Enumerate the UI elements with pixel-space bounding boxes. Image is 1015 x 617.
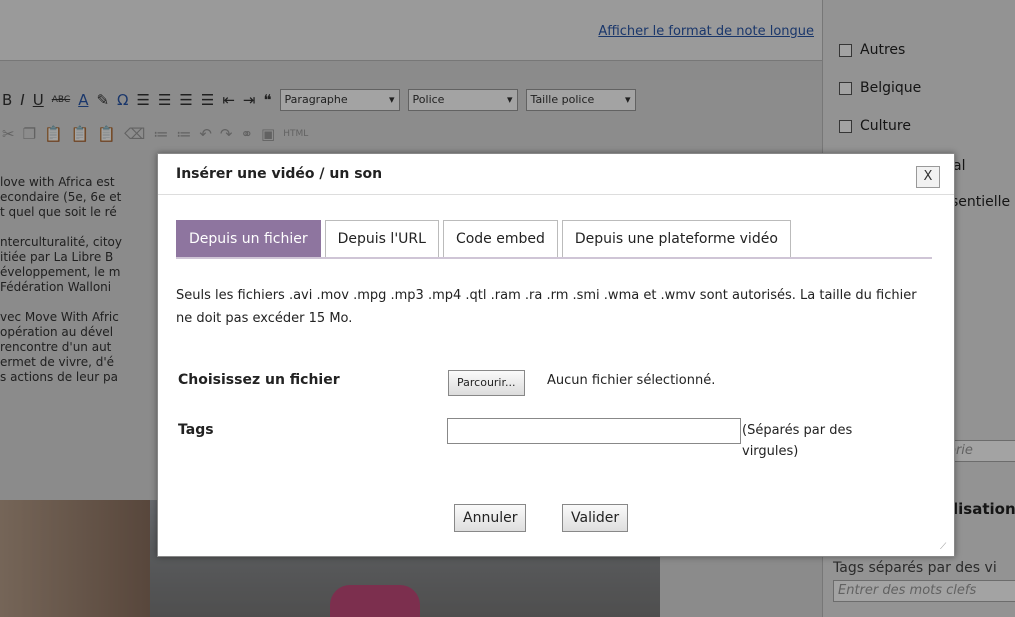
allowed-files-description: Seuls les fichiers .avi .mov .mpg .mp3 .… (176, 288, 917, 326)
insert-media-dialog: Insérer une vidéo / un son X Depuis un f… (157, 153, 955, 557)
tab-video-platform[interactable]: Depuis une plateforme vidéo (561, 220, 791, 257)
tab-from-file[interactable]: Depuis un fichier (176, 220, 321, 257)
divider (158, 194, 954, 195)
tab-underline (176, 257, 932, 259)
submit-button[interactable]: Valider (562, 504, 629, 532)
tab-embed-code[interactable]: Code embed (442, 220, 558, 257)
dialog-tabs: Depuis un fichier Depuis l'URL Code embe… (176, 220, 791, 257)
tags-hint: (Séparés par des virgules) (742, 423, 853, 459)
dialog-title: Insérer une vidéo / un son (176, 166, 383, 182)
no-file-text: Aucun fichier sélectionné. (547, 373, 716, 388)
cancel-button[interactable]: Annuler (454, 504, 527, 532)
file-label: Choisissez un fichier (178, 372, 340, 388)
close-button[interactable]: X (916, 166, 940, 188)
resize-handle-icon[interactable]: ⟋ (940, 542, 950, 552)
tags-input[interactable] (447, 418, 741, 444)
tab-from-url[interactable]: Depuis l'URL (324, 220, 439, 257)
browse-button[interactable]: Parcourir... (448, 370, 525, 396)
tags-field-label: Tags (178, 422, 214, 438)
